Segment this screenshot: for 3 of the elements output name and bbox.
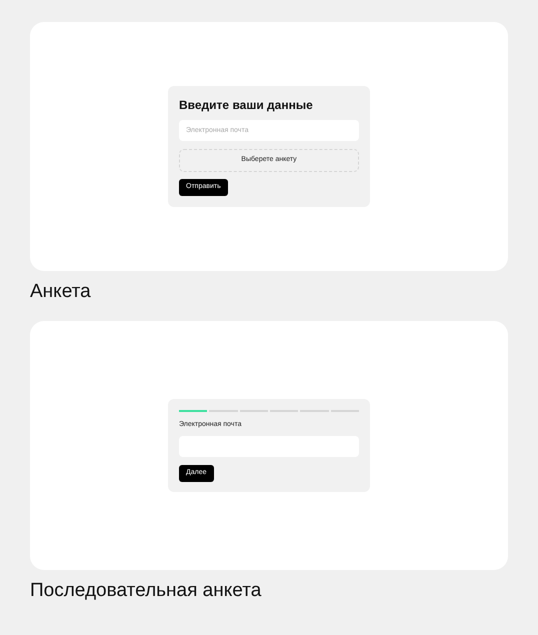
card-caption: Последовательная анкета	[30, 579, 262, 603]
card-caption: Анкета	[30, 280, 92, 304]
form-title: Введите ваши данные	[179, 98, 314, 112]
